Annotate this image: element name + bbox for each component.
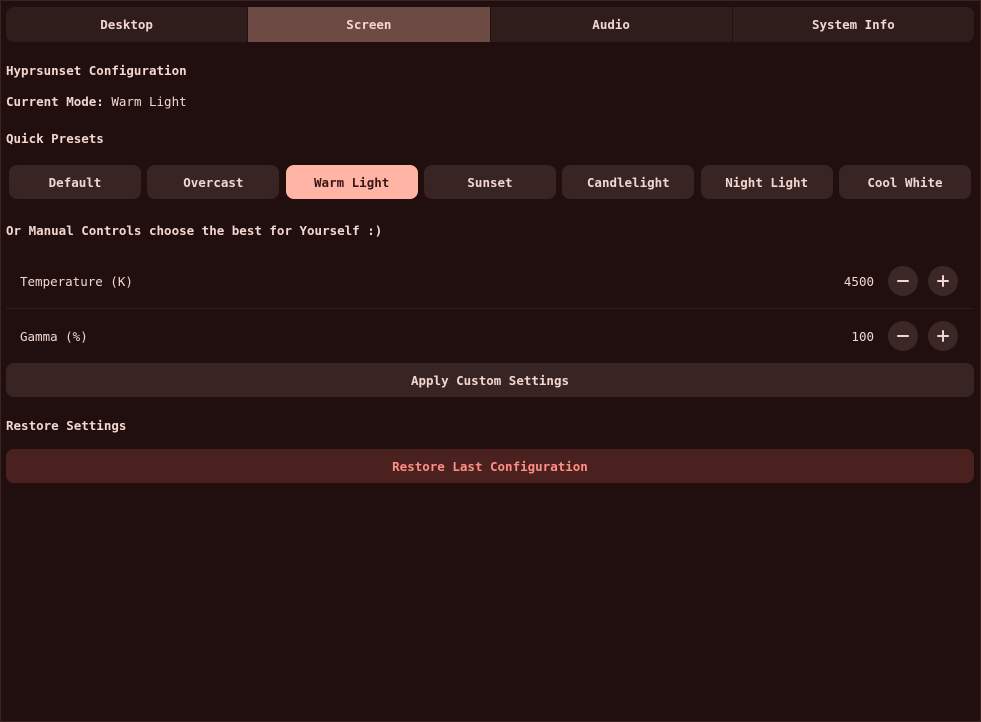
minus-icon <box>897 335 909 337</box>
preset-night-light-button[interactable]: Night Light <box>700 165 833 199</box>
preset-warm-light-button[interactable]: Warm Light <box>285 165 418 199</box>
manual-controls-title: Or Manual Controls choose the best for Y… <box>6 223 383 238</box>
section-title: Hyprsunset Configuration <box>6 63 187 78</box>
gamma-control: Gamma (%) 100 <box>6 311 974 361</box>
temperature-decrease-button[interactable] <box>888 266 918 296</box>
tab-audio[interactable]: Audio <box>491 7 733 42</box>
apply-custom-settings-button[interactable]: Apply Custom Settings <box>6 363 974 397</box>
preset-sunset-button[interactable]: Sunset <box>423 165 556 199</box>
gamma-increase-button[interactable] <box>928 321 958 351</box>
preset-candlelight-button[interactable]: Candlelight <box>562 165 695 199</box>
tab-screen[interactable]: Screen <box>248 7 491 42</box>
temperature-control: Temperature (K) 4500 <box>6 256 974 306</box>
plus-icon <box>937 330 949 342</box>
minus-icon <box>897 280 909 282</box>
plus-icon <box>937 275 949 287</box>
temperature-value: 4500 <box>843 273 874 289</box>
gamma-value: 100 <box>851 328 874 344</box>
current-mode-label: Current Mode: <box>6 94 104 109</box>
gamma-label: Gamma (%) <box>20 328 88 344</box>
tab-bar: Desktop Screen Audio System Info <box>6 7 974 42</box>
tab-desktop[interactable]: Desktop <box>6 7 249 42</box>
control-divider <box>6 308 974 309</box>
restore-settings-title: Restore Settings <box>6 418 127 433</box>
gamma-decrease-button[interactable] <box>888 321 918 351</box>
preset-list: Default Overcast Warm Light Sunset Candl… <box>9 165 971 199</box>
restore-last-configuration-button[interactable]: Restore Last Configuration <box>6 449 974 483</box>
preset-cool-white-button[interactable]: Cool White <box>838 165 971 199</box>
tab-system-info[interactable]: System Info <box>733 7 974 42</box>
current-mode-value: Warm Light <box>111 94 187 109</box>
preset-overcast-button[interactable]: Overcast <box>147 165 280 199</box>
preset-default-button[interactable]: Default <box>9 165 141 199</box>
current-mode: Current Mode: Warm Light <box>6 94 187 109</box>
temperature-label: Temperature (K) <box>20 273 133 289</box>
quick-presets-title: Quick Presets <box>6 131 104 146</box>
temperature-increase-button[interactable] <box>928 266 958 296</box>
